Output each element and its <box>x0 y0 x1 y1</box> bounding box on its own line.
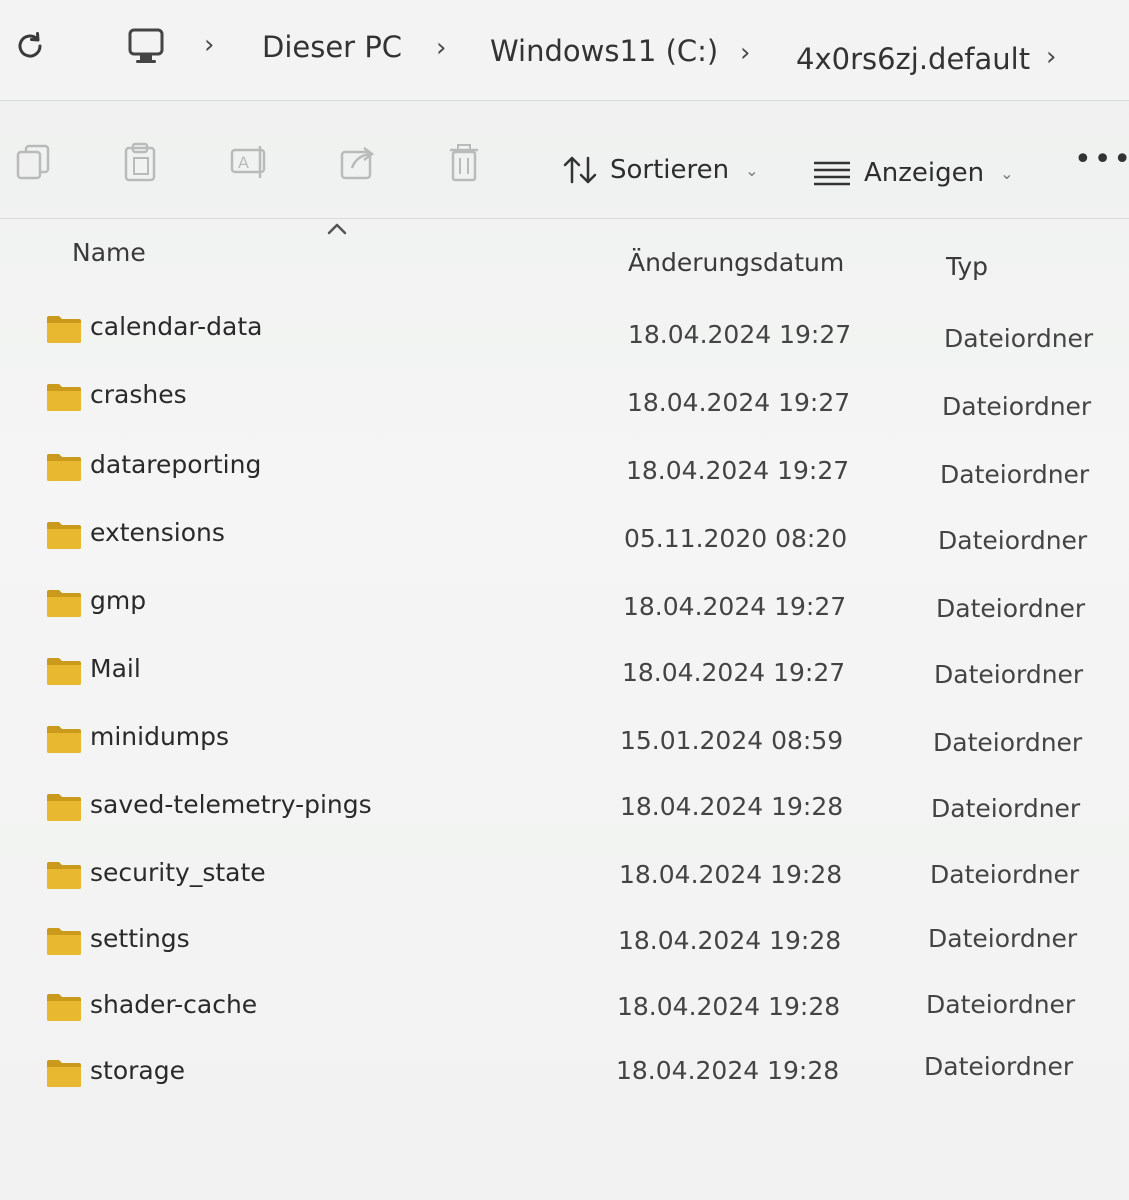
modified-date: 18.04.2024 19:27 <box>622 658 846 687</box>
sort-arrows-icon <box>563 156 597 184</box>
address-bar: › Dieser PC › Windows11 (C:) › 4x0rs6zj.… <box>0 0 1129 101</box>
modified-date: 18.04.2024 19:27 <box>623 592 847 621</box>
folder-icon <box>47 316 81 343</box>
modified-date: 15.01.2024 08:59 <box>620 726 844 755</box>
file-list-row[interactable]: calendar-data 18.04.2024 19:27 Dateiordner <box>40 306 1120 362</box>
sort-button[interactable]: Sortieren ⌄ <box>562 154 759 186</box>
file-list-row[interactable]: extensions 05.11.2020 08:20 Dateiordner <box>40 512 1120 568</box>
file-type: Dateiordner <box>934 660 1084 689</box>
folder-icon <box>47 454 81 481</box>
share-button[interactable] <box>336 140 380 184</box>
file-list-row[interactable]: datareporting 18.04.2024 19:27 Dateiordner <box>40 444 1120 500</box>
trash-icon <box>450 144 478 182</box>
view-list-icon <box>814 161 850 186</box>
modified-date: 18.04.2024 19:27 <box>627 388 851 417</box>
breadcrumb-item-profile-folder[interactable]: 4x0rs6zj.default <box>796 42 1030 76</box>
file-list-row[interactable]: saved-telemetry-pings 18.04.2024 19:28 Dat… <box>40 784 1120 840</box>
view-button[interactable]: Anzeigen ⌄ <box>812 158 1014 188</box>
folder-icon <box>47 862 81 889</box>
clipboard-icon <box>124 142 156 182</box>
copy-icon <box>16 144 50 180</box>
sort-label: Sortieren <box>610 155 730 185</box>
view-label: Anzeigen <box>864 158 985 188</box>
modified-date: 18.04.2024 19:28 <box>617 992 841 1021</box>
file-list-row[interactable]: security_state 18.04.2024 19:28 Dateiordne… <box>40 852 1120 908</box>
share-icon <box>340 147 375 180</box>
ellipsis-icon: ••• <box>1074 142 1129 177</box>
sort-ascending-icon <box>327 223 347 235</box>
column-header-type[interactable]: Typ <box>946 252 988 281</box>
delete-button[interactable] <box>442 140 486 184</box>
paste-button[interactable] <box>118 140 162 184</box>
breadcrumb-item-drive[interactable]: Windows11 (C:) <box>490 34 718 68</box>
file-type: Dateiordner <box>931 794 1081 823</box>
file-type: Dateiordner <box>933 728 1083 757</box>
file-type: Dateiordner <box>944 324 1094 353</box>
file-type: Dateiordner <box>930 860 1080 889</box>
refresh-icon <box>18 32 42 58</box>
file-name: minidumps <box>90 722 230 751</box>
file-type: Dateiordner <box>938 526 1088 555</box>
file-name: gmp <box>90 586 147 615</box>
copy-button[interactable] <box>12 140 56 184</box>
modified-date: 18.04.2024 19:28 <box>620 792 844 821</box>
folder-icon <box>47 726 81 753</box>
file-name: datareporting <box>90 450 262 479</box>
file-list-row[interactable]: gmp 18.04.2024 19:27 Dateiordner <box>40 580 1120 636</box>
column-header-date[interactable]: Änderungsdatum <box>628 248 844 277</box>
file-name: shader-cache <box>90 990 258 1019</box>
folder-icon <box>47 384 81 411</box>
chevron-down-icon: ⌄ <box>745 160 759 180</box>
modified-date: 18.04.2024 19:28 <box>619 860 843 889</box>
command-bar: A Sortieren ⌄ Anzeigen ⌄ <box>0 100 1129 219</box>
folder-icon <box>47 794 81 821</box>
file-list-row[interactable]: minidumps 15.01.2024 08:59 Dateiordner <box>40 716 1120 772</box>
file-explorer-window: › Dieser PC › Windows11 (C:) › 4x0rs6zj.… <box>0 0 1129 1200</box>
column-header-name[interactable]: Name <box>72 238 146 267</box>
file-type: Dateiordner <box>940 460 1090 489</box>
file-list-row[interactable]: shader-cache 18.04.2024 19:28 Dateiordner <box>40 984 1120 1040</box>
rename-button[interactable]: A <box>228 140 272 184</box>
rename-icon: A <box>230 146 266 178</box>
computer-icon <box>128 28 164 63</box>
more-options-button[interactable]: ••• <box>1074 145 1129 175</box>
folder-icon <box>47 1060 81 1087</box>
modified-date: 18.04.2024 19:28 <box>616 1056 840 1085</box>
file-name: saved-telemetry-pings <box>90 790 372 819</box>
file-type: Dateiordner <box>924 1052 1074 1081</box>
modified-date: 05.11.2020 08:20 <box>624 524 848 553</box>
folder-icon <box>47 522 81 549</box>
chevron-down-icon: ⌄ <box>1000 163 1014 183</box>
file-type: Dateiordner <box>936 594 1086 623</box>
file-type: Dateiordner <box>942 392 1092 421</box>
this-pc-breadcrumb-button[interactable] <box>122 22 170 70</box>
file-name: security_state <box>90 858 266 887</box>
file-type: Dateiordner <box>926 990 1076 1019</box>
breadcrumb-item-this-pc[interactable]: Dieser PC <box>262 30 402 64</box>
file-list-row[interactable]: crashes 18.04.2024 19:27 Dateiordner <box>40 374 1120 430</box>
file-type: Dateiordner <box>928 924 1078 953</box>
file-name: extensions <box>90 518 225 547</box>
file-name: Mail <box>90 654 141 683</box>
chevron-right-icon[interactable]: › <box>1046 42 1056 72</box>
folder-icon <box>47 928 81 955</box>
file-name: settings <box>90 924 190 953</box>
modified-date: 18.04.2024 19:28 <box>618 926 842 955</box>
file-name: crashes <box>90 380 187 409</box>
file-list-row[interactable]: settings 18.04.2024 19:28 Dateiordner <box>40 918 1120 974</box>
refresh-button[interactable] <box>10 26 50 66</box>
file-name: calendar-data <box>90 312 263 341</box>
folder-icon <box>47 994 81 1021</box>
chevron-right-icon[interactable]: › <box>740 38 750 68</box>
chevron-right-icon[interactable]: › <box>436 33 446 63</box>
folder-icon <box>47 658 81 685</box>
modified-date: 18.04.2024 19:27 <box>626 456 850 485</box>
chevron-right-icon[interactable]: › <box>204 30 214 60</box>
file-list-row[interactable]: storage 18.04.2024 19:28 Dateiordner <box>40 1050 1120 1106</box>
file-name: storage <box>90 1056 185 1085</box>
svg-text:A: A <box>238 153 249 172</box>
modified-date: 18.04.2024 19:27 <box>628 320 852 349</box>
file-list-row[interactable]: Mail 18.04.2024 19:27 Dateiordner <box>40 648 1120 704</box>
folder-icon <box>47 590 81 617</box>
